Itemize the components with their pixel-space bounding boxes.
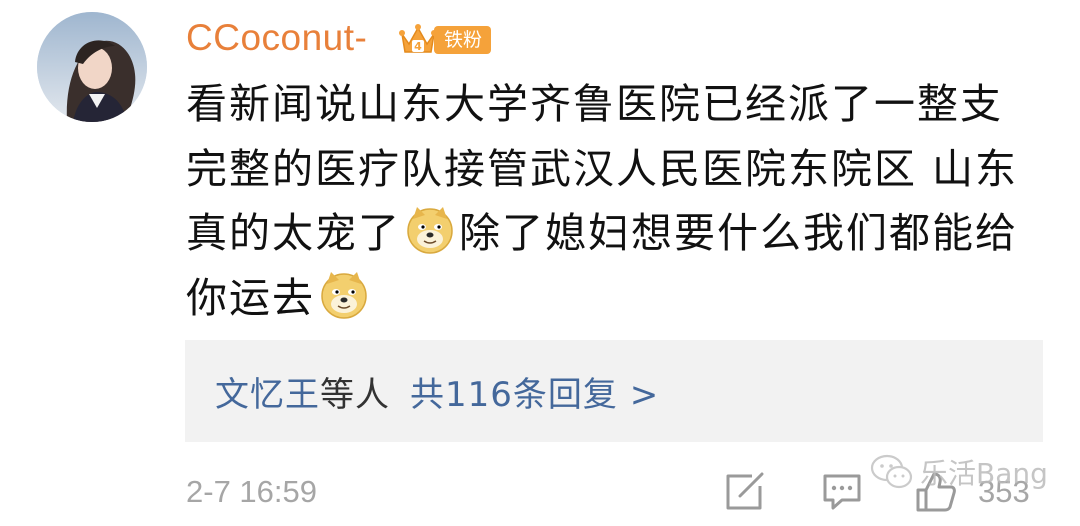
replies-preview[interactable]: 文忆王 等人 共116条回复 > — [185, 340, 1043, 442]
share-icon[interactable] — [722, 470, 766, 512]
crown-icon: 4 — [399, 24, 437, 53]
reply-count-link[interactable]: 共116条回复 > — [410, 367, 659, 416]
comment-timestamp: 2-7 16:59 — [186, 474, 317, 509]
watermark-text: 乐活Bang — [920, 457, 1048, 490]
svg-text:4: 4 — [414, 40, 422, 53]
comment-icon[interactable] — [820, 470, 864, 512]
user-avatar[interactable] — [37, 12, 147, 122]
doge-emoji — [407, 207, 453, 254]
watermark: 乐活Bang — [870, 452, 1048, 492]
doge-emoji — [321, 271, 367, 319]
wechat-icon — [870, 454, 913, 489]
username[interactable]: CCoconut- — [186, 14, 367, 62]
fan-badge[interactable]: 4 铁粉 — [398, 22, 492, 58]
comment-text: 看新闻说山东大学齐鲁医院已经派了一整支完整的医疗队接管武汉人民医院东院区 山东真… — [186, 72, 1031, 330]
reply-user-names[interactable]: 文忆王 — [215, 367, 320, 416]
reply-names-suffix: 等人 — [320, 374, 390, 415]
fan-badge-label: 铁粉 — [434, 26, 492, 54]
